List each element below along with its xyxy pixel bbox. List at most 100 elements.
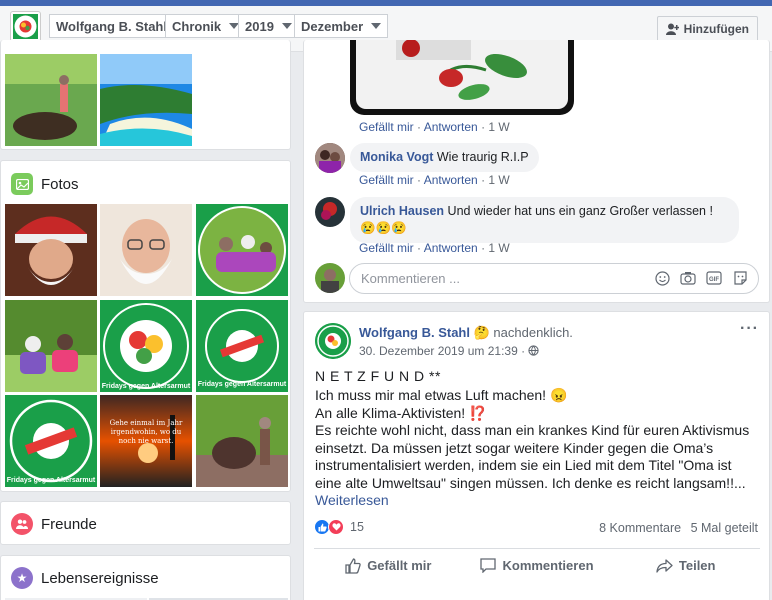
thumbs-up-icon xyxy=(345,557,361,574)
share-icon xyxy=(656,558,673,573)
emoji-icon[interactable] xyxy=(654,270,670,286)
profile-logo[interactable] xyxy=(11,12,40,41)
friends-card: Freunde xyxy=(0,501,291,545)
photo-beach[interactable] xyxy=(100,54,192,146)
photo-santa-1[interactable] xyxy=(5,204,97,296)
reply-link[interactable]: Antworten xyxy=(424,241,478,255)
photo-fridays-food[interactable]: Fridays gegen Altersarmut xyxy=(100,300,192,392)
friends-header[interactable]: Freunde xyxy=(11,513,97,535)
photo-caption: Fridays gegen Altersarmut xyxy=(101,383,191,390)
top-photos-card xyxy=(0,40,291,150)
photos-icon xyxy=(11,173,33,195)
comment-meta: Gefällt mir · Antworten · 1 W xyxy=(359,173,510,187)
friends-icon xyxy=(11,513,33,535)
gif-icon[interactable]: GIF xyxy=(706,270,722,286)
section-label: Chronik xyxy=(172,18,222,34)
current-user-avatar xyxy=(315,263,345,293)
photo-caption: Fridays gegen Altersarmut xyxy=(6,477,96,484)
reply-link[interactable]: Antworten xyxy=(424,173,478,187)
photo-caption: Fridays gegen Altersarmut xyxy=(197,381,287,388)
post-title: N E T Z F U N D ** xyxy=(315,368,441,384)
avatar[interactable] xyxy=(315,197,345,227)
chevron-down-icon xyxy=(371,23,382,29)
share-button[interactable]: Teilen xyxy=(611,549,760,582)
comment-meta: Gefällt mir · Antworten · 1 W xyxy=(359,120,510,134)
comment-label: Kommentieren xyxy=(502,558,594,573)
comment-author[interactable]: Ulrich Hausen xyxy=(360,204,444,218)
post-date-row: 30. Dezember 2019 um 21:39 · xyxy=(359,344,540,358)
photo-women-circle[interactable] xyxy=(196,204,288,296)
post-author[interactable]: Wolfgang B. Stahl xyxy=(359,325,470,340)
add-person-icon xyxy=(665,23,679,35)
like-link[interactable]: Gefällt mir xyxy=(359,241,414,255)
reply-link[interactable]: Antworten xyxy=(424,120,478,134)
photo-women-field[interactable] xyxy=(5,300,97,392)
life-events-card: ★ Lebensereignisse xyxy=(0,555,291,600)
comment-image[interactable] xyxy=(350,40,574,115)
reactions-count: 15 xyxy=(350,520,364,534)
post-date[interactable]: 30. Dezember 2019 um 21:39 · xyxy=(359,344,525,358)
photos-card: Fotos Fridays gegen Altersarmut Fridays … xyxy=(0,160,291,492)
svg-text:GIF: GIF xyxy=(709,277,719,283)
shares-count[interactable]: 5 Mal geteilt xyxy=(691,521,758,535)
comment-input[interactable]: Kommentieren ... GIF xyxy=(349,263,759,294)
section-select[interactable]: Chronik xyxy=(165,14,247,38)
friends-title: Freunde xyxy=(41,515,97,533)
engagement-counts: 8 Kommentare 5 Mal geteilt xyxy=(599,521,758,535)
comment-meta: Gefällt mir · Antworten · 1 W xyxy=(359,241,510,255)
post-line: Ich muss mir mal etwas Luft machen! 😠 xyxy=(315,387,568,403)
photo-sunset-quote[interactable]: Gehe einmal im Jahr irgendwohin, wo du n… xyxy=(100,395,192,487)
post-actions: Gefällt mir Kommentieren Teilen xyxy=(314,548,760,582)
photo-water-buffalo[interactable] xyxy=(5,54,97,146)
post-options-button[interactable]: ··· xyxy=(740,320,759,338)
photos-header[interactable]: Fotos xyxy=(11,173,79,195)
like-button[interactable]: Gefällt mir xyxy=(314,549,463,582)
post-feeling: nachdenklich. xyxy=(493,325,573,340)
like-label: Gefällt mir xyxy=(367,558,432,573)
add-friend-button[interactable]: Hinzufügen xyxy=(656,16,758,42)
month-label: Dezember xyxy=(301,18,364,34)
year-label: 2019 xyxy=(245,18,274,34)
comment-bubble: Monika Vogt Wie traurig R.I.P xyxy=(350,143,539,172)
photos-title: Fotos xyxy=(41,175,79,193)
chevron-down-icon xyxy=(281,23,292,29)
like-link[interactable]: Gefällt mir xyxy=(359,173,414,187)
add-button-label: Hinzufügen xyxy=(683,22,749,36)
photo-caption: Gehe einmal im Jahr irgendwohin, wo du n… xyxy=(109,419,183,445)
profile-name-button[interactable]: Wolfgang B. Stahl xyxy=(49,14,174,38)
comment-age: 1 W xyxy=(488,120,510,134)
comment-button[interactable]: Kommentieren xyxy=(463,549,612,582)
camera-icon[interactable] xyxy=(680,270,696,286)
photo-fridays-logo-2[interactable]: Fridays gegen Altersarmut xyxy=(5,395,97,487)
comment-placeholder: Kommentieren ... xyxy=(361,271,460,286)
share-label: Teilen xyxy=(678,558,716,573)
comment-icon xyxy=(480,558,497,573)
post-header: Wolfgang B. Stahl 🤔 nachdenklich. xyxy=(359,325,573,341)
like-link[interactable]: Gefällt mir xyxy=(359,120,414,134)
post-line: An alle Klima-Aktivisten! ⁉️ xyxy=(315,404,487,421)
comments-count[interactable]: 8 Kommentare xyxy=(599,521,681,535)
comment-text: Wie traurig R.I.P xyxy=(436,150,529,164)
comment-bubble: Ulrich Hausen Und wieder hat uns ein gan… xyxy=(350,197,739,243)
life-events-header[interactable]: ★ Lebensereignisse xyxy=(11,567,159,589)
feeling-emoji: 🤔 xyxy=(473,325,490,340)
globe-icon xyxy=(528,345,540,356)
post-line: Es reichte wohl nicht, dass man ein kran… xyxy=(315,422,750,491)
sticker-icon[interactable] xyxy=(732,270,748,286)
photo-boy-buffalo[interactable] xyxy=(196,395,288,487)
reactions-summary[interactable]: 15 xyxy=(314,519,364,535)
post-body: Ich muss mir mal etwas Luft machen! 😠 An… xyxy=(315,387,755,510)
photo-santa-2[interactable] xyxy=(100,204,192,296)
month-select[interactable]: Dezember xyxy=(294,14,389,38)
star-icon: ★ xyxy=(11,567,33,589)
comment-age: 1 W xyxy=(488,173,510,187)
profile-name: Wolfgang B. Stahl xyxy=(56,18,167,34)
photo-fridays-logo-1[interactable]: Fridays gegen Altersarmut xyxy=(196,300,288,392)
life-events-title: Lebensereignisse xyxy=(41,569,159,587)
post-author-avatar[interactable] xyxy=(315,323,351,359)
comment-author[interactable]: Monika Vogt xyxy=(360,150,433,164)
avatar[interactable] xyxy=(315,143,345,173)
read-more-link[interactable]: Weiterlesen xyxy=(315,492,755,510)
year-select[interactable]: 2019 xyxy=(238,14,299,38)
comment-age: 1 W xyxy=(488,241,510,255)
